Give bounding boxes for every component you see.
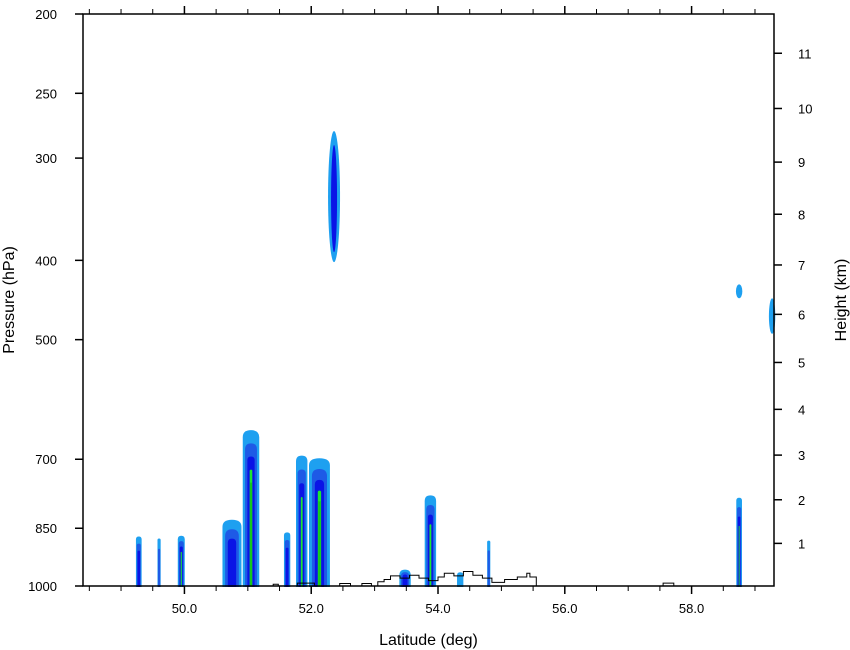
height-tick-label: 8 xyxy=(798,207,805,222)
height-tick-label: 2 xyxy=(798,493,805,508)
cell-2-level-4 xyxy=(180,551,182,587)
cell-4-level-5 xyxy=(250,481,252,587)
upper-feature-0 xyxy=(328,131,341,263)
cell-0-level-3 xyxy=(137,550,141,587)
height-tick-label: 1 xyxy=(798,536,805,551)
pressure-tick-label: 1000 xyxy=(28,579,57,594)
cell-7-level-5 xyxy=(318,500,321,587)
cell-10-level-1 xyxy=(457,572,464,587)
cell-6-level-4 xyxy=(300,497,303,587)
cross-section-chart: 50.0 52.0 54.0 56.0 58.0 200 250 300 400 500 700 8… xyxy=(1,6,850,649)
pressure-tick-label: 250 xyxy=(35,86,57,101)
x-tick-label: 52.0 xyxy=(299,601,324,616)
upper-feature-0-inner xyxy=(331,145,338,253)
height-tick-label: 10 xyxy=(798,101,812,116)
x-tick-label: 56.0 xyxy=(552,601,577,616)
x-tick-label: 50.0 xyxy=(172,601,197,616)
height-tick-label: 6 xyxy=(798,307,805,322)
cell-3 xyxy=(222,519,242,587)
pressure-tick-label: 400 xyxy=(35,253,57,268)
height-tick-label: 4 xyxy=(798,402,805,417)
cell-12-level-4 xyxy=(738,525,740,587)
cell-11-level-2 xyxy=(487,550,490,587)
upper-feature-1-outer xyxy=(735,284,743,299)
height-axis: 1 2 3 4 5 6 7 8 9 10 11 xyxy=(774,46,812,551)
x-axis-title: Latitude (deg) xyxy=(379,632,478,649)
height-axis-title: Height (km) xyxy=(833,259,850,342)
cell-9-level-4 xyxy=(429,524,432,587)
cell-5 xyxy=(283,532,291,587)
cell-6 xyxy=(296,455,308,587)
cell-0 xyxy=(135,536,142,587)
pressure-tick-label: 500 xyxy=(35,333,57,348)
height-tick-label: 7 xyxy=(798,258,805,273)
upper-feature-1 xyxy=(735,284,743,299)
cell-10 xyxy=(457,572,464,587)
x-tick-label: 54.0 xyxy=(425,601,450,616)
pressure-axis-title: Pressure (hPa) xyxy=(1,246,18,354)
pressure-tick-label: 300 xyxy=(35,151,57,166)
cell-1-level-2 xyxy=(157,548,161,587)
pressure-tick-label: 850 xyxy=(35,521,57,536)
pressure-tick-label: 700 xyxy=(35,452,57,467)
height-tick-label: 3 xyxy=(798,448,805,463)
cell-3-level-3 xyxy=(227,538,237,587)
height-tick-label: 9 xyxy=(798,155,805,170)
x-tick-label: 58.0 xyxy=(679,601,704,616)
pressure-axis: 200 250 300 400 500 700 850 1000 xyxy=(28,7,83,594)
contour-fields xyxy=(135,131,776,587)
height-tick-label: 5 xyxy=(798,355,805,370)
cell-9 xyxy=(424,495,437,587)
cell-8-level-3 xyxy=(402,574,408,587)
x-axis: 50.0 52.0 54.0 56.0 58.0 xyxy=(88,6,756,616)
cell-12 xyxy=(736,497,742,587)
cell-1 xyxy=(157,538,161,587)
cell-7 xyxy=(309,458,330,587)
pressure-tick-label: 200 xyxy=(35,7,57,22)
cell-5-level-3 xyxy=(285,547,289,587)
cell-11 xyxy=(487,540,491,587)
cell-4 xyxy=(242,430,260,587)
height-tick-label: 11 xyxy=(798,46,812,61)
cell-2 xyxy=(177,535,185,587)
